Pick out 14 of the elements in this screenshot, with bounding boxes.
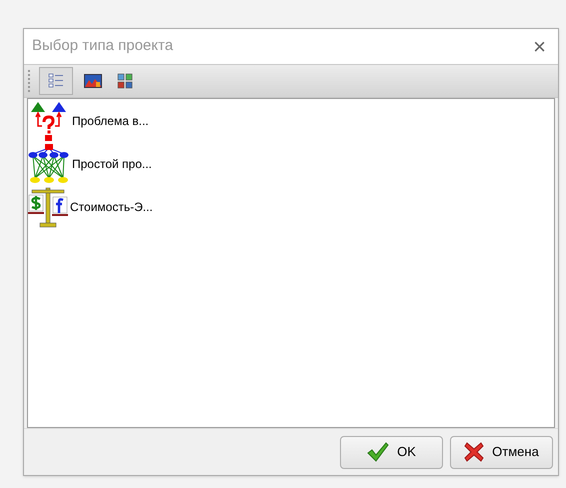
project-type-item[interactable]: Стоимость-Э...	[28, 186, 554, 228]
close-button[interactable]: ×	[529, 36, 550, 58]
cancel-button[interactable]: Отмена	[450, 436, 553, 468]
checkmark-icon	[367, 442, 390, 462]
hierarchy-network-icon	[28, 144, 70, 184]
list-view-icon	[48, 73, 64, 89]
close-icon	[464, 442, 484, 462]
ok-button[interactable]: OK	[340, 436, 443, 468]
window-title: Выбор типа проекта	[32, 36, 174, 56]
picture-view-icon	[84, 74, 102, 88]
project-type-item[interactable]: Простой про...	[28, 143, 554, 185]
project-type-item[interactable]: Проблема в...	[28, 100, 554, 142]
tiles-view-icon	[117, 73, 133, 89]
toolbar-grip-icon	[28, 70, 31, 92]
